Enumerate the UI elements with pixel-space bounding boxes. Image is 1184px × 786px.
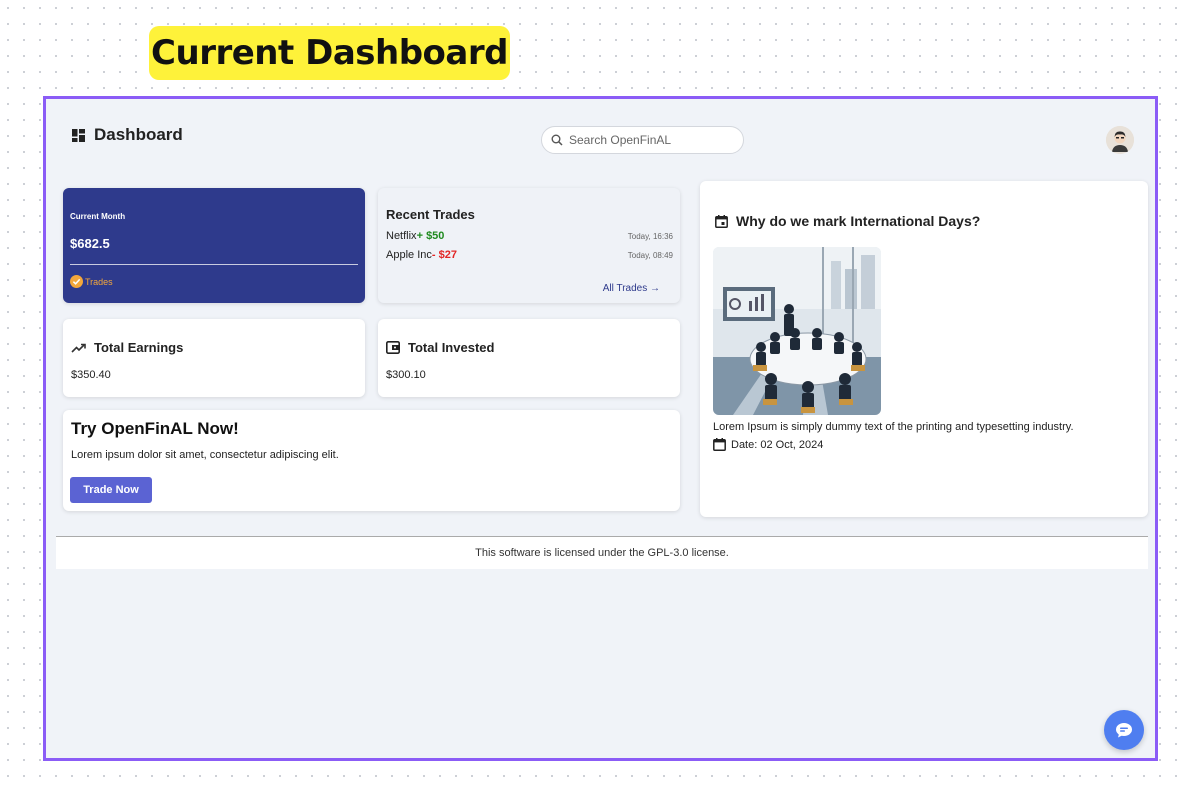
search-icon — [551, 134, 563, 146]
trade-name: Netflix — [386, 230, 417, 242]
article-card: Why do we mark International Days? Lorem… — [700, 181, 1148, 517]
trade-desc: Apple Inc- $27 — [386, 249, 457, 261]
recent-trades-title: Recent Trades — [386, 207, 475, 222]
check-circle-icon — [70, 275, 83, 288]
recent-trades-card: Recent Trades Netflix+ $50 Today, 16:36 … — [378, 188, 680, 303]
trades-label: Trades — [85, 276, 113, 287]
trade-row[interactable]: Netflix+ $50 Today, 16:36 — [386, 230, 673, 242]
avatar[interactable] — [1106, 126, 1134, 154]
dashboard-icon — [72, 128, 85, 142]
calendar-icon — [715, 214, 728, 228]
trade-sign: - — [431, 249, 436, 261]
calendar-icon — [713, 438, 726, 451]
total-earnings-value: $350.40 — [71, 369, 111, 381]
article-heading: Why do we mark International Days? — [715, 213, 980, 229]
page-title: Dashboard — [72, 125, 183, 145]
current-month-amount: $682.5 — [70, 236, 110, 251]
footer: This software is licensed under the GPL-… — [56, 536, 1148, 569]
search-input[interactable] — [569, 133, 729, 147]
dashboard-frame: Dashboard Current Month $682.5 — [43, 96, 1158, 761]
license-text: This software is licensed under the GPL-… — [475, 547, 729, 559]
promo-title: Try OpenFinAL Now! — [71, 419, 239, 438]
article-date-text: Date: 02 Oct, 2024 — [731, 438, 824, 451]
trade-sign: + — [416, 230, 423, 242]
article-date: Date: 02 Oct, 2024 — [713, 438, 823, 451]
total-earnings-card: Total Earnings $350.40 — [63, 319, 365, 397]
current-month-label: Current Month — [70, 212, 126, 221]
meeting-illustration — [713, 247, 881, 415]
promo-card: Try OpenFinAL Now! Lorem ipsum dolor sit… — [63, 410, 680, 511]
search-box[interactable] — [541, 126, 744, 154]
article-title: Why do we mark International Days? — [736, 213, 981, 229]
trades-badge[interactable]: Trades — [70, 275, 113, 288]
trade-desc: Netflix+ $50 — [386, 230, 444, 242]
total-invested-card: Total Invested $300.10 — [378, 319, 680, 397]
total-earnings-title: Total Earnings — [94, 340, 184, 355]
wallet-icon — [386, 341, 400, 354]
user-avatar-icon — [1106, 126, 1134, 154]
total-invested-heading: Total Invested — [386, 340, 494, 355]
total-invested-title: Total Invested — [408, 340, 495, 355]
article-text: Lorem Ipsum is simply dummy text of the … — [713, 421, 1074, 433]
page-banner: Current Dashboard — [149, 26, 510, 80]
total-earnings-heading: Total Earnings — [71, 340, 183, 355]
trade-amount: $27 — [438, 249, 457, 261]
trade-now-button[interactable]: Trade Now — [70, 477, 152, 503]
trending-up-icon — [71, 343, 86, 353]
chat-bubble-icon — [1116, 723, 1132, 738]
trade-amount: $50 — [426, 230, 445, 242]
divider — [70, 264, 358, 265]
trade-time: Today, 16:36 — [627, 231, 673, 241]
trade-name: Apple Inc — [386, 249, 432, 261]
current-month-card: Current Month $682.5 Trades — [63, 188, 365, 303]
promo-text: Lorem ipsum dolor sit amet, consectetur … — [71, 449, 339, 461]
trade-time: Today, 08:49 — [627, 250, 673, 260]
chat-button[interactable] — [1104, 710, 1144, 750]
trade-row[interactable]: Apple Inc- $27 Today, 08:49 — [386, 249, 673, 261]
all-trades-link[interactable]: All Trades → — [603, 283, 660, 294]
page-title-text: Dashboard — [94, 125, 183, 144]
total-invested-value: $300.10 — [386, 369, 426, 381]
